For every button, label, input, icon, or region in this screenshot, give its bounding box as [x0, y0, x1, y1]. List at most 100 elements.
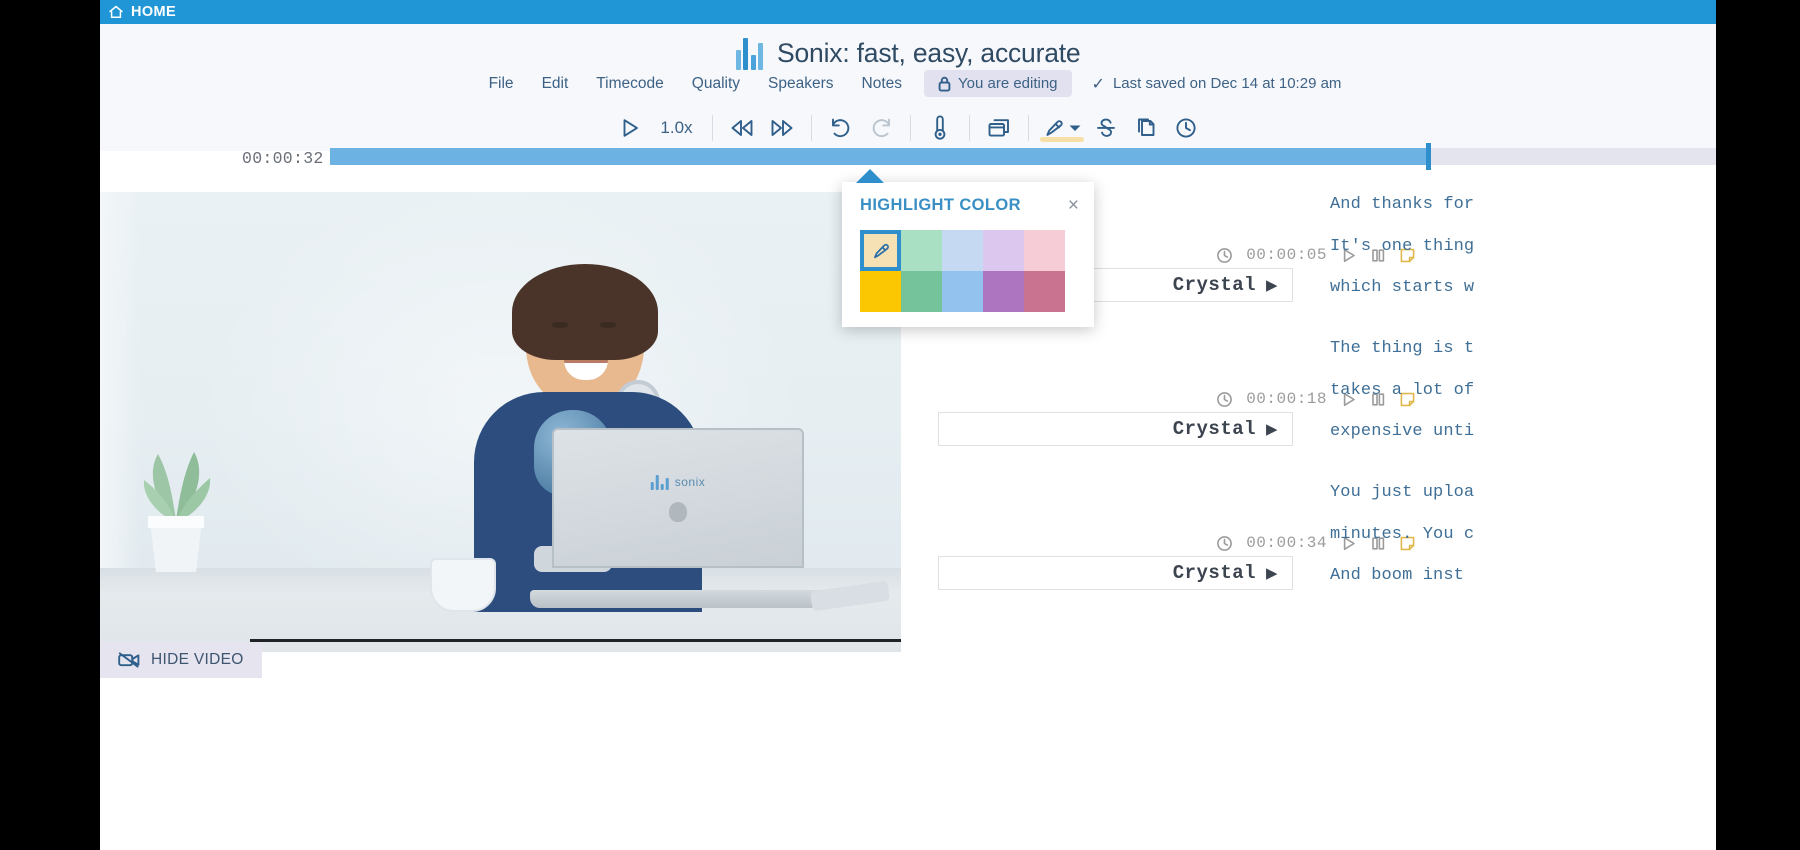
check-icon: ✓ — [1092, 74, 1105, 94]
menu-quality[interactable]: Quality — [678, 72, 754, 96]
laptop: sonix — [530, 428, 830, 608]
close-icon[interactable]: × — [1066, 196, 1081, 215]
fast-forward-button[interactable] — [762, 108, 802, 148]
title-row: Sonix: fast, easy, accurate — [100, 36, 1716, 70]
color-swatch-7[interactable] — [942, 271, 983, 312]
chevron-down-icon — [1068, 123, 1082, 133]
transcript-block: 00:00:18 — [920, 386, 1716, 446]
video-off-icon — [118, 652, 140, 668]
popup-header: HIGHLIGHT COLOR × — [842, 182, 1094, 215]
video-player[interactable]: sonix — [100, 192, 901, 652]
speaker-selector[interactable]: Crystal ▶ — [938, 556, 1293, 590]
clock-icon — [1216, 391, 1233, 408]
highlight-color-button[interactable] — [1038, 116, 1086, 140]
duplicate-window-button[interactable] — [979, 108, 1019, 148]
home-icon — [108, 5, 124, 19]
transcript-line: And thanks for — [1330, 195, 1474, 214]
clock-icon — [1216, 247, 1233, 264]
laptop-brand-label: sonix — [675, 475, 706, 489]
speaker-name: Crystal — [1173, 562, 1256, 584]
transcript-line: minutes. You c — [1330, 525, 1474, 544]
last-saved-note: ✓ Last saved on Dec 14 at 10:29 am — [1092, 74, 1342, 94]
color-swatch-grid — [860, 230, 1065, 312]
desk-edge-line — [250, 639, 901, 642]
transcript-line: And boom inst — [1330, 566, 1464, 585]
rewind-button[interactable] — [722, 108, 762, 148]
color-swatch-8[interactable] — [983, 271, 1024, 312]
hair-front — [512, 264, 658, 360]
clock-history-button[interactable] — [1166, 108, 1206, 148]
transcript-timestamp: 00:00:34 — [1246, 534, 1327, 552]
clock-icon — [1216, 535, 1233, 552]
timeline-timecode: 00:00:32 — [242, 149, 324, 168]
apple-logo-icon — [669, 502, 687, 522]
toolbar-divider — [1028, 115, 1029, 141]
transcript-line: The thing is t — [1330, 339, 1474, 358]
transcript-text[interactable]: You just uploa minutes. You c And boom ins… — [1330, 472, 1716, 597]
transcript-text[interactable]: The thing is ttakes a lot ofexpensive un… — [1330, 328, 1716, 453]
editor-header: Sonix: fast, easy, accurate File Edit Ti… — [100, 24, 1716, 151]
popup-title: HIGHLIGHT COLOR — [860, 196, 1021, 215]
transcript-timestamp: 00:00:05 — [1246, 246, 1327, 264]
home-bar[interactable]: HOME — [100, 0, 1716, 24]
transcript-line: It's one thing — [1330, 237, 1474, 256]
color-swatch-5[interactable] — [860, 271, 901, 312]
last-saved-label: Last saved on Dec 14 at 10:29 am — [1113, 75, 1341, 92]
transcript-line: which starts w — [1330, 278, 1474, 297]
laptop-screen: sonix — [552, 428, 804, 568]
sonix-logo-icon — [736, 36, 764, 70]
color-swatch-1[interactable] — [901, 230, 942, 271]
playback-speed-button[interactable]: 1.0x — [650, 118, 702, 138]
app-viewport: HOME Sonix: fast, easy, accurate File Ed… — [100, 0, 1716, 850]
home-label: HOME — [131, 4, 176, 20]
menu-notes[interactable]: Notes — [848, 72, 917, 96]
timeline-playhead[interactable] — [1426, 143, 1431, 170]
video-frame: sonix — [100, 192, 901, 652]
speaker-caret-icon: ▶ — [1266, 562, 1278, 585]
mug-decor — [430, 558, 496, 612]
editing-status-pill[interactable]: You are editing — [924, 70, 1072, 97]
eye-left — [552, 322, 568, 328]
strikethrough-button[interactable] — [1086, 108, 1126, 148]
redo-button[interactable] — [861, 108, 901, 148]
highlight-color-popup: HIGHLIGHT COLOR × — [842, 182, 1094, 327]
menu-timecode[interactable]: Timecode — [582, 72, 677, 96]
color-swatch-2[interactable] — [942, 230, 983, 271]
document-title: Sonix: fast, easy, accurate — [777, 38, 1080, 69]
menu-speakers[interactable]: Speakers — [754, 72, 847, 96]
toolbar-divider — [969, 115, 970, 141]
speaker-selector[interactable]: Crystal ▶ — [938, 412, 1293, 446]
timeline-progress — [330, 148, 1428, 165]
transcript-line: You just uploa — [1330, 483, 1474, 502]
hide-video-button[interactable]: HIDE VIDEO — [100, 642, 262, 678]
speaker-caret-icon: ▶ — [1266, 418, 1278, 441]
timeline-track[interactable] — [330, 148, 1716, 165]
highlighter-icon — [870, 240, 892, 262]
play-button[interactable] — [610, 108, 650, 148]
transcript-timestamp: 00:00:18 — [1246, 390, 1327, 408]
color-swatch-9[interactable] — [1024, 271, 1065, 312]
color-swatch-6[interactable] — [901, 271, 942, 312]
toolbar-divider — [712, 115, 713, 141]
color-swatch-3[interactable] — [983, 230, 1024, 271]
color-swatch-selected[interactable] — [860, 230, 901, 271]
plant-decor — [116, 424, 236, 574]
thermometer-button[interactable] — [920, 108, 960, 148]
eye-right — [600, 322, 616, 328]
transcript-block: 00:00:34 — [920, 530, 1716, 590]
color-swatch-4[interactable] — [1024, 230, 1065, 271]
copy-button[interactable] — [1126, 108, 1166, 148]
speaker-name: Crystal — [1173, 274, 1256, 296]
toolbar-divider — [910, 115, 911, 141]
menu-edit[interactable]: Edit — [528, 72, 583, 96]
undo-button[interactable] — [821, 108, 861, 148]
speaker-caret-icon: ▶ — [1266, 274, 1278, 297]
menu-file[interactable]: File — [475, 72, 528, 96]
laptop-base — [530, 590, 830, 608]
menu-bar: File Edit Timecode Quality Speakers Note… — [100, 70, 1716, 97]
hide-video-label: HIDE VIDEO — [151, 651, 244, 669]
transcript-text[interactable]: And thanks for It's one thing which starts… — [1330, 184, 1716, 309]
screen-root: HOME Sonix: fast, easy, accurate File Ed… — [0, 0, 1800, 850]
highlight-active-underline — [1040, 137, 1084, 142]
editing-status-label: You are editing — [958, 75, 1058, 92]
